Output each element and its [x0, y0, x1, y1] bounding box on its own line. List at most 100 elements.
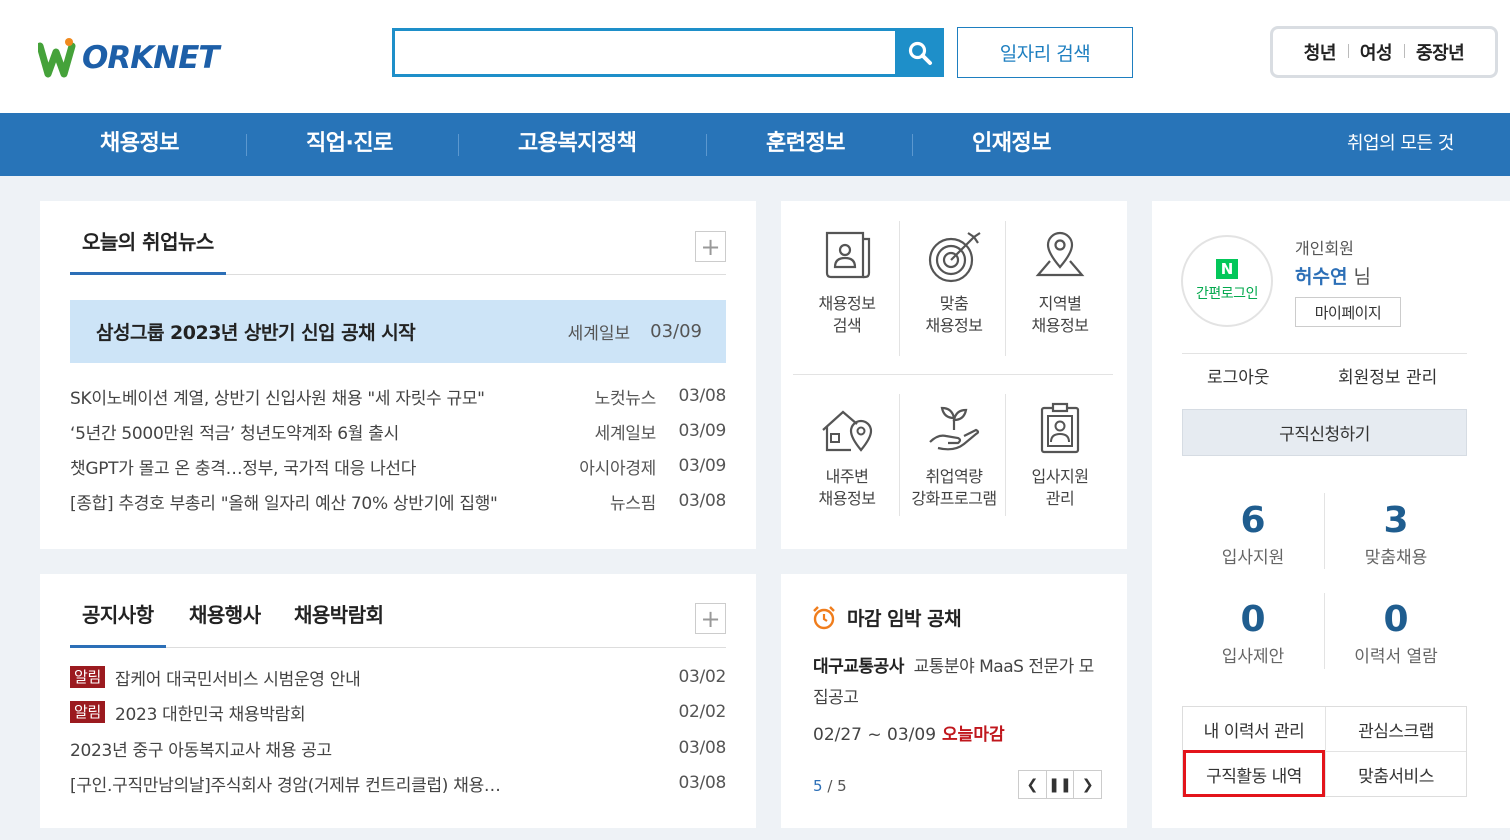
tab-job-fairs[interactable]: 채용박람회	[294, 599, 384, 648]
search-box	[392, 28, 944, 77]
tab-hiring-events[interactable]: 채용행사	[189, 599, 261, 648]
deadline-title: 마감 임박 공채	[811, 604, 962, 631]
menu-regional-jobs[interactable]: 지역별 채용정보	[1007, 227, 1113, 337]
nav-item-career[interactable]: 직업·진로	[306, 113, 393, 176]
news-item-source: 뉴스핌	[609, 493, 656, 514]
tab-middle-aged[interactable]: 중장년	[1404, 39, 1476, 65]
nav-item-welfare-policy[interactable]: 고용복지정책	[518, 113, 637, 176]
notice-badge: 알림	[70, 701, 106, 723]
nav-divider	[706, 134, 707, 156]
stat-matched-jobs[interactable]: 3 맞춤채용	[1325, 500, 1467, 569]
search-input[interactable]	[395, 31, 895, 74]
news-item-source: 노컷뉴스	[594, 388, 657, 409]
member-name: 허수연 님	[1295, 266, 1371, 288]
menu-competency-program[interactable]: 취업역량 강화프로그램	[901, 400, 1007, 510]
menu-application-management[interactable]: 입사지원 관리	[1007, 400, 1113, 510]
notice-item-title: 잡케어 대국민서비스 시범운영 안내	[115, 669, 361, 690]
menu-nearby-jobs[interactable]: 내주변 채용정보	[794, 400, 900, 510]
search-button[interactable]	[895, 28, 944, 77]
notice-item[interactable]: 2023년 중구 아동복지교사 채용 공고 03/08	[70, 733, 726, 763]
scrap-button[interactable]: 관심스크랩	[1325, 707, 1467, 752]
notice-item-date: 03/02	[678, 667, 727, 687]
news-item[interactable]: SK이노베이션 계열, 상반기 신입사원 채용 "세 자릿수 규모" 노컷뉴스 …	[70, 381, 726, 411]
notice-item[interactable]: [구인.구직만남의날]주식회사 경암(거제뷰 컨트리클럽) 채용… 03/08	[70, 768, 726, 798]
tab-youth[interactable]: 청년	[1292, 39, 1348, 65]
notice-item-date: 03/08	[678, 738, 727, 758]
search-icon	[908, 41, 932, 65]
stat-applications[interactable]: 6 입사지원	[1182, 501, 1324, 569]
menu-matched-jobs[interactable]: 맞춤 채용정보	[901, 227, 1007, 337]
deadline-company: 대구교통공사	[813, 657, 904, 677]
nav-item-training[interactable]: 훈련정보	[766, 113, 845, 176]
job-application-button[interactable]: 구직신청하기	[1182, 409, 1467, 456]
deadline-carousel-controls: ❮ ❚❚ ❯	[1018, 770, 1102, 799]
naver-login-label: 간편로그인	[1196, 286, 1258, 302]
news-title[interactable]: 오늘의 취업뉴스	[70, 226, 226, 275]
next-button[interactable]: ❯	[1074, 771, 1101, 798]
house-pin-icon	[822, 410, 873, 452]
stat-value: 0	[1383, 599, 1409, 640]
custom-service-button[interactable]: 맞춤서비스	[1325, 752, 1467, 797]
nav-item-talent[interactable]: 인재정보	[972, 113, 1051, 176]
menu-label: 입사지원 관리	[1031, 467, 1089, 508]
nav-item-jobs[interactable]: 채용정보	[100, 113, 179, 176]
member-info-link[interactable]: 회원정보 관리	[1338, 363, 1437, 388]
stat-label: 맞춤채용	[1364, 548, 1428, 568]
headline-title: 삼성그룹 2023년 상반기 신입 공채 시작	[96, 322, 416, 344]
menu-label: 채용정보 검색	[818, 294, 876, 335]
stat-resume-views[interactable]: 0 이력서 열람	[1325, 599, 1467, 668]
my-resume-button[interactable]: 내 이력서 관리	[1183, 707, 1325, 752]
alarm-clock-icon	[813, 605, 835, 629]
news-item-title: [종합] 추경호 부총리 "올해 일자리 예산 70% 상반기에 집행"	[70, 493, 498, 514]
audience-tabs: 청년 여성 중장년	[1270, 26, 1498, 78]
notice-item[interactable]: 알림 2023 대한민국 채용박람회 02/02	[70, 697, 726, 727]
stat-label: 입사제안	[1221, 647, 1285, 667]
news-item[interactable]: ‘5년간 5000만원 적금’ 청년도약계좌 6월 출시 세계일보 03/09	[70, 416, 726, 446]
naver-logo-icon: N	[1216, 259, 1238, 279]
stat-label: 입사지원	[1221, 548, 1285, 568]
notice-panel: 공지사항 채용행사 채용박람회 + 알림 잡케어 대국민서비스 시범운영 안내 …	[40, 574, 756, 828]
naver-easy-login[interactable]: N 간편로그인	[1181, 235, 1273, 327]
deadline-posting[interactable]: 대구교통공사 교통분야 MaaS 전문가 모집공고	[813, 652, 1103, 714]
news-item-date: 03/09	[678, 421, 727, 441]
job-search-button[interactable]: 일자리 검색	[957, 27, 1133, 78]
news-item[interactable]: [종합] 추경호 부총리 "올해 일자리 예산 70% 상반기에 집행" 뉴스핌…	[70, 486, 726, 516]
news-item-title: SK이노베이션 계열, 상반기 신입사원 채용 "세 자릿수 규모"	[70, 388, 485, 409]
menu-job-search[interactable]: 채용정보 검색	[794, 227, 900, 337]
worknet-logo[interactable]: ORKNET	[38, 30, 220, 78]
news-item-date: 03/08	[678, 491, 727, 511]
news-more-button[interactable]: +	[695, 231, 726, 262]
prev-button[interactable]: ❮	[1019, 771, 1047, 798]
nav-divider	[246, 134, 247, 156]
menu-label: 취업역량 강화프로그램	[911, 467, 997, 508]
stat-offers[interactable]: 0 입사제안	[1182, 599, 1324, 668]
notice-more-button[interactable]: +	[695, 603, 726, 634]
news-header: 오늘의 취업뉴스 +	[70, 201, 726, 275]
headline-date: 03/09	[650, 321, 702, 342]
target-icon	[928, 232, 981, 283]
quick-menu-panel: 채용정보 검색 맞춤 채용정보 지역별 채용정보 내주변 채용정보 취업역량 강…	[781, 201, 1127, 549]
pause-button[interactable]: ❚❚	[1047, 771, 1075, 798]
chevron-left-icon: ❮	[1026, 776, 1039, 793]
logo-text: ORKNET	[82, 40, 220, 76]
tab-women[interactable]: 여성	[1347, 39, 1404, 65]
tab-notices[interactable]: 공지사항	[70, 599, 166, 648]
notice-item[interactable]: 알림 잡케어 대국민서비스 시범운영 안내 03/02	[70, 662, 726, 692]
chevron-right-icon: ❯	[1081, 776, 1094, 793]
logout-link[interactable]: 로그아웃	[1207, 363, 1270, 388]
news-headline[interactable]: 삼성그룹 2023년 상반기 신입 공채 시작 세계일보 03/09	[70, 300, 726, 363]
highlight-box	[1183, 750, 1325, 797]
nav-all-about-employment[interactable]: 취업의 모든 것	[1347, 113, 1454, 176]
news-item-source: 세계일보	[594, 423, 657, 444]
map-pin-icon	[1035, 231, 1085, 277]
stat-value: 3	[1383, 500, 1409, 541]
header: ORKNET 일자리 검색 청년 여성 중장년	[0, 0, 1510, 113]
nav-divider	[912, 134, 913, 156]
news-item[interactable]: 챗GPT가 몰고 온 충격…정부, 국가적 대응 나선다 아시아경제 03/09	[70, 451, 726, 481]
notice-item-title: 2023년 중구 아동복지교사 채용 공고	[70, 740, 332, 761]
mypage-button[interactable]: 마이페이지	[1295, 297, 1401, 327]
deadline-period: 02/27 ~ 03/09 오늘마감	[813, 725, 1005, 745]
stat-value: 0	[1240, 599, 1266, 640]
news-item-date: 03/08	[678, 386, 727, 406]
logo-w-mark	[38, 38, 84, 78]
